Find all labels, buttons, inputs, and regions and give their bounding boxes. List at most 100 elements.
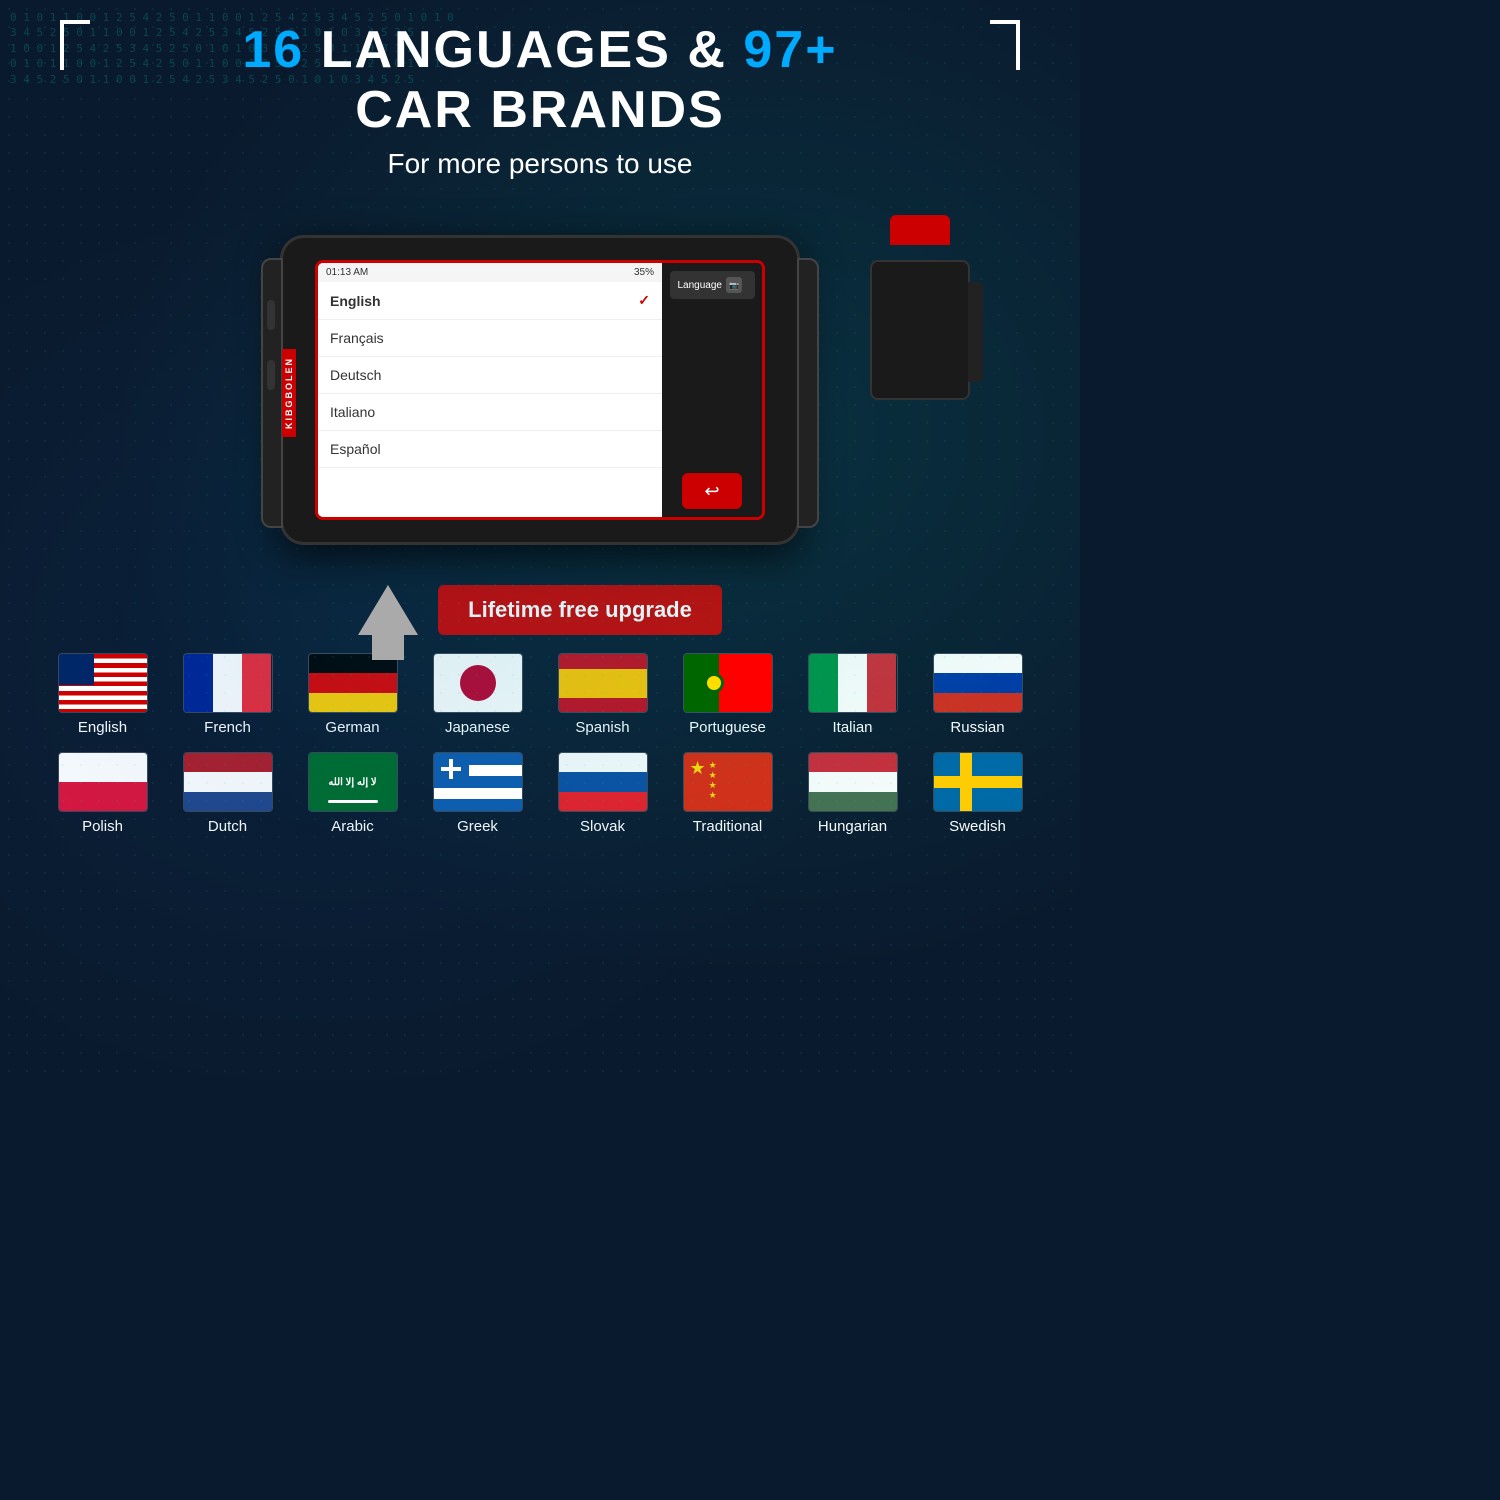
flag-traditional: ★ ★ ★ ★ ★ <box>683 752 773 812</box>
china-small-star-2: ★ <box>709 771 717 780</box>
flag-item-italian: Italian <box>790 645 915 744</box>
flag-swedish <box>933 752 1023 812</box>
flag-label-russian: Russian <box>950 719 1004 736</box>
subtitle: For more persons to use <box>20 148 1060 180</box>
bracket-right <box>990 20 1020 70</box>
flag-label-french: French <box>204 719 251 736</box>
flag-label-german: German <box>325 719 379 736</box>
status-bar: 01:13 AM 35% <box>318 263 662 282</box>
screen-main: 01:13 AM 35% English ✓ Français Deutsch <box>318 263 662 517</box>
scanner-grip-left: KIBGBOLEN <box>261 258 283 528</box>
lang-name-german: Deutsch <box>330 367 381 383</box>
num16: 16 <box>242 21 304 79</box>
china-small-star-4: ★ <box>709 791 717 800</box>
china-small-star-3: ★ <box>709 781 717 790</box>
lang-item-italian[interactable]: Italiano <box>318 394 662 431</box>
screen-panel: Language 📷 ↩ <box>662 263 762 517</box>
flag-item-arabic: لا إله إلا الله Arabic <box>290 744 415 843</box>
flag-item-hungarian: Hungarian <box>790 744 915 843</box>
title-text1: LANGUAGES & <box>321 21 727 79</box>
back-button[interactable]: ↩ <box>682 473 742 509</box>
camera-icon: 📷 <box>726 277 742 293</box>
time-display: 01:13 AM <box>326 267 368 278</box>
flag-item-dutch: Dutch <box>165 744 290 843</box>
flag-label-arabic: Arabic <box>331 818 374 835</box>
flag-label-italian: Italian <box>832 719 872 736</box>
panel-lang-label: Language <box>678 280 723 291</box>
battery-display: 35% <box>634 267 654 278</box>
flag-portuguese <box>683 653 773 713</box>
lang-item-spanish[interactable]: Español <box>318 431 662 468</box>
flag-arabic: لا إله إلا الله <box>308 752 398 812</box>
language-list: English ✓ Français Deutsch Italiano <box>318 282 662 517</box>
obd2-top <box>890 215 950 245</box>
flag-greek <box>433 752 523 812</box>
flags-row-2: Polish Dutch لا إله إلا الله <box>20 744 1060 843</box>
sweden-cross-vertical <box>960 753 972 811</box>
scanner-device: KIBGBOLEN 01:13 AM 35% English ✓ <box>280 235 800 545</box>
flag-polish <box>58 752 148 812</box>
flag-japanese <box>433 653 523 713</box>
check-mark: ✓ <box>638 292 650 309</box>
language-button[interactable]: Language 📷 <box>670 271 755 299</box>
title-line1: 16 LANGUAGES & 97+ <box>20 20 1060 80</box>
scanner-grip-right <box>797 258 819 528</box>
flag-label-hungarian: Hungarian <box>818 818 887 835</box>
upgrade-section: Lifetime free upgrade <box>358 585 722 635</box>
lang-item-french[interactable]: Français <box>318 320 662 357</box>
flag-label-spanish: Spanish <box>575 719 629 736</box>
flag-item-japanese: Japanese <box>415 645 540 744</box>
arrow-up <box>358 585 418 635</box>
flag-label-english: English <box>78 719 127 736</box>
china-star-icon: ★ <box>690 759 706 777</box>
lang-item-english[interactable]: English ✓ <box>318 282 662 320</box>
flag-item-portuguese: Portuguese <box>665 645 790 744</box>
title-line2: CAR BRANDS <box>20 80 1060 140</box>
flag-item-russian: Russian <box>915 645 1040 744</box>
header: 16 LANGUAGES & 97+ CAR BRANDS For more p… <box>0 0 1080 190</box>
flag-label-dutch: Dutch <box>208 818 247 835</box>
flag-hungarian <box>808 752 898 812</box>
upgrade-badge: Lifetime free upgrade <box>438 585 722 635</box>
device-section: KIBGBOLEN 01:13 AM 35% English ✓ <box>0 200 1080 580</box>
lang-name-italian: Italiano <box>330 404 375 420</box>
flag-label-slovak: Slovak <box>580 818 625 835</box>
flags-section: English French <box>0 635 1080 843</box>
num97: 97+ <box>743 21 837 79</box>
china-small-star-1: ★ <box>709 761 717 770</box>
obd2-body <box>870 260 970 400</box>
flag-label-greek: Greek <box>457 818 498 835</box>
flag-dutch <box>183 752 273 812</box>
obd2-connector <box>860 230 980 410</box>
arabic-text: لا إله إلا الله <box>328 777 376 788</box>
flag-label-traditional: Traditional <box>693 818 762 835</box>
flag-spanish <box>558 653 648 713</box>
flag-english <box>58 653 148 713</box>
lang-name-spanish: Español <box>330 441 381 457</box>
back-arrow-icon: ↩ <box>704 481 719 502</box>
flag-item-french: French <box>165 645 290 744</box>
sweden-cross-horizontal <box>934 776 1022 788</box>
flag-item-slovak: Slovak <box>540 744 665 843</box>
screen-outer: 01:13 AM 35% English ✓ Français Deutsch <box>315 260 765 520</box>
flag-item-english: English <box>40 645 165 744</box>
flag-item-spanish: Spanish <box>540 645 665 744</box>
lang-item-german[interactable]: Deutsch <box>318 357 662 394</box>
lang-name-english: English <box>330 293 381 309</box>
flag-russian <box>933 653 1023 713</box>
flag-slovak <box>558 752 648 812</box>
bracket-left <box>60 20 90 70</box>
flag-german <box>308 653 398 713</box>
flag-item-greek: Greek <box>415 744 540 843</box>
flags-row-1: English French <box>20 645 1060 744</box>
flag-label-portuguese: Portuguese <box>689 719 766 736</box>
flag-french <box>183 653 273 713</box>
lang-name-french: Français <box>330 330 384 346</box>
obd2-grips <box>968 282 983 382</box>
flag-label-japanese: Japanese <box>445 719 510 736</box>
flag-italian <box>808 653 898 713</box>
flag-item-traditional: ★ ★ ★ ★ ★ Traditional <box>665 744 790 843</box>
flag-label-swedish: Swedish <box>949 818 1006 835</box>
flag-item-swedish: Swedish <box>915 744 1040 843</box>
brand-label: KIBGBOLEN <box>282 349 296 437</box>
